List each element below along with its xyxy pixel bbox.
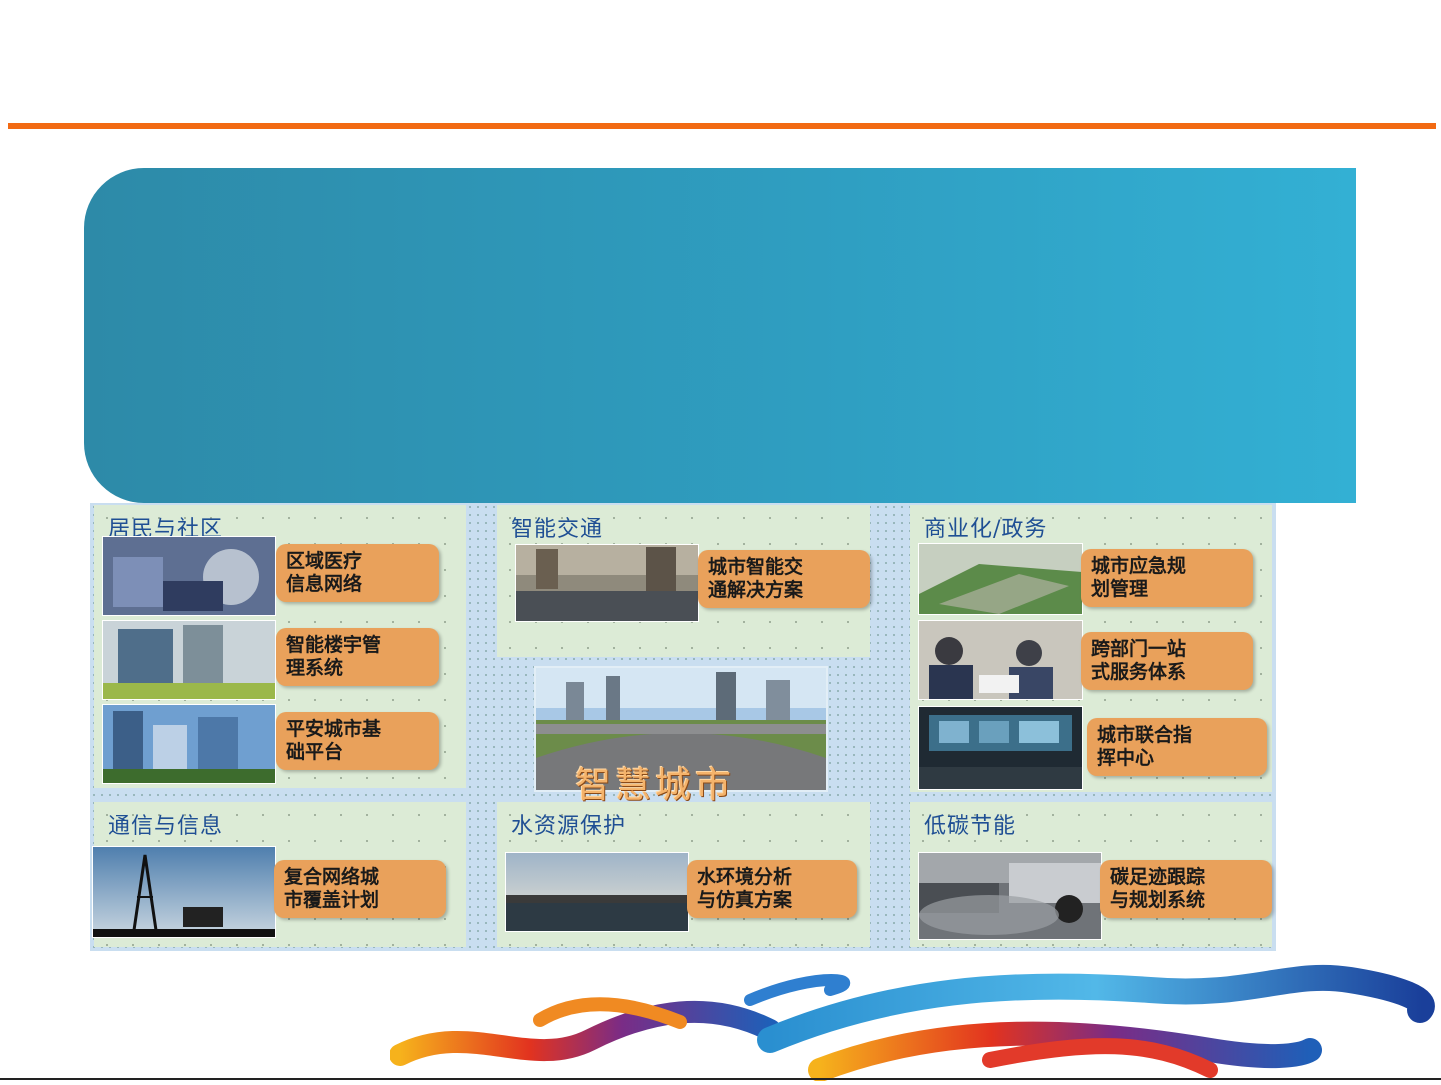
emergency-photo [918, 543, 1083, 615]
onestop-photo [918, 620, 1083, 700]
traffic-photo [515, 544, 699, 622]
network-photo [92, 846, 276, 938]
water-photo [505, 852, 689, 932]
tag-waterenv-line1: 水环境分析 [697, 866, 793, 888]
building-photo [102, 620, 276, 700]
tag-command: 城市联合指 挥中心 [1087, 718, 1267, 776]
panel-title-traffic: 智能交通 [511, 517, 604, 542]
tag-building-line2: 理系统 [286, 657, 344, 679]
tag-onestop-line1: 跨部门一站 [1091, 638, 1187, 660]
tag-building-line1: 智能楼宇管 [286, 634, 382, 656]
command-photo [918, 706, 1083, 790]
title-banner [84, 168, 1356, 503]
tag-emergency-line1: 城市应急规 [1091, 555, 1187, 577]
tag-onestop: 跨部门一站 式服务体系 [1081, 632, 1253, 690]
tag-waterenv-line2: 与仿真方案 [697, 889, 793, 911]
panel-title-water: 水资源保护 [511, 814, 627, 839]
tag-traffic-line2: 通解决方案 [708, 579, 804, 601]
swirl-decoration-icon [389, 960, 1441, 1082]
footer-rule [0, 1078, 1441, 1080]
panel-title-lowcarbon: 低碳节能 [924, 814, 1017, 839]
panel-title-telecom: 通信与信息 [108, 814, 224, 839]
carbon-photo [918, 852, 1102, 940]
tag-safecity-line1: 平安城市基 [286, 718, 382, 740]
header-rule [8, 123, 1436, 129]
tag-network: 复合网络城 市覆盖计划 [274, 860, 446, 918]
tag-carbon-line1: 碳足迹跟踪 [1110, 866, 1206, 888]
tag-command-line2: 挥中心 [1097, 747, 1155, 769]
tag-medical-line1: 区域医疗 [286, 550, 363, 572]
tag-onestop-line2: 式服务体系 [1091, 661, 1187, 683]
tag-waterenv: 水环境分析 与仿真方案 [687, 860, 857, 918]
tag-safecity: 平安城市基 础平台 [276, 712, 439, 770]
tag-emergency: 城市应急规 划管理 [1081, 549, 1253, 607]
tag-traffic-solution: 城市智能交 通解决方案 [698, 550, 870, 608]
tag-command-line1: 城市联合指 [1097, 724, 1193, 746]
tag-building: 智能楼宇管 理系统 [276, 628, 439, 686]
tag-safecity-line2: 础平台 [286, 741, 344, 763]
safecity-photo [102, 704, 276, 784]
medical-photo [102, 536, 276, 616]
panel-title-business: 商业化/政务 [924, 517, 1048, 542]
tag-medical-line2: 信息网络 [286, 573, 363, 595]
tag-network-line1: 复合网络城 [284, 866, 380, 888]
tag-medical: 区域医疗 信息网络 [276, 544, 439, 602]
tag-carbon-line2: 与规划系统 [1110, 889, 1206, 911]
tag-emergency-line2: 划管理 [1091, 578, 1149, 600]
tag-carbon: 碳足迹跟踪 与规划系统 [1100, 860, 1272, 918]
tag-network-line2: 市覆盖计划 [284, 889, 380, 911]
smart-city-caption: 智慧城市 [575, 765, 736, 806]
tag-traffic-line1: 城市智能交 [708, 556, 804, 578]
